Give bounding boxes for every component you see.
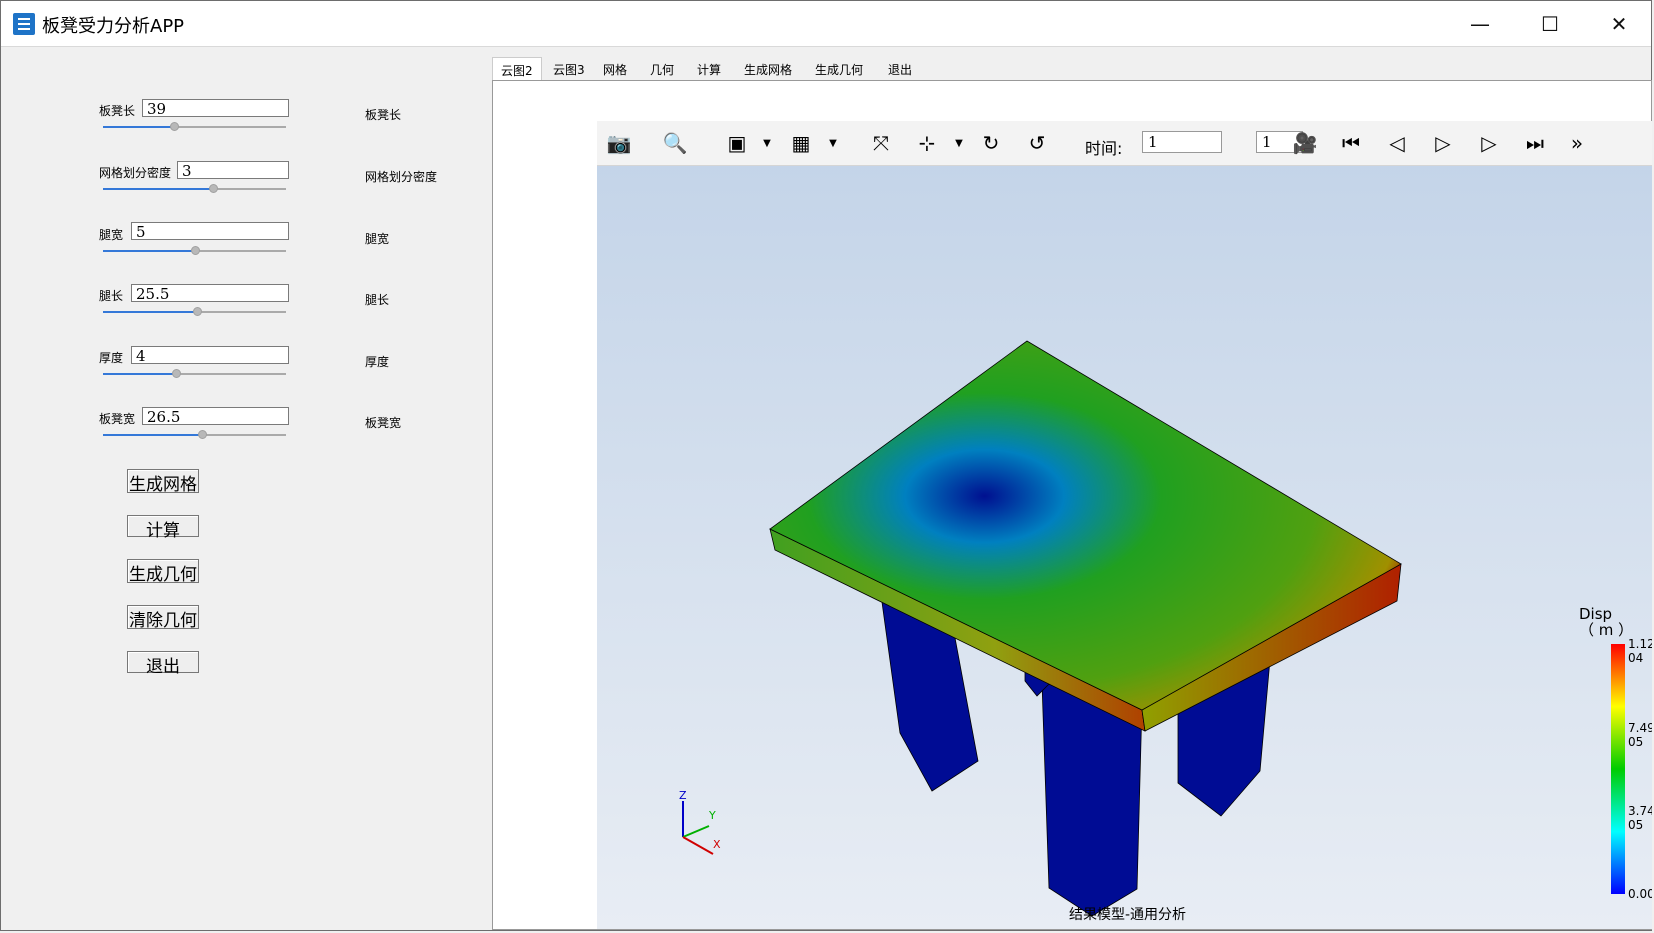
render-dropdown-icon[interactable]: ▼ bbox=[817, 130, 849, 156]
viewer-caption: 结果模型-通用分析 bbox=[1069, 907, 1187, 923]
input-leg-width[interactable]: 5 bbox=[131, 222, 289, 241]
slider-width[interactable] bbox=[103, 430, 286, 439]
label-leg-length: 腿长 bbox=[99, 289, 124, 303]
tab-generate-geometry[interactable]: 生成几何 bbox=[807, 57, 871, 81]
probe-icon[interactable]: 🔍 bbox=[659, 130, 691, 156]
axes-icon[interactable]: ⊹ bbox=[911, 130, 943, 156]
tab-cloud2[interactable]: 云图2 bbox=[492, 57, 542, 81]
compute-button[interactable]: 计算 bbox=[127, 515, 199, 541]
camera-icon[interactable]: 📷 bbox=[603, 130, 635, 156]
tab-generate-mesh[interactable]: 生成网格 bbox=[736, 57, 800, 81]
render-mode-icon[interactable]: ▦ bbox=[785, 130, 817, 156]
app-icon bbox=[13, 13, 35, 35]
input-thickness[interactable]: 4 bbox=[131, 346, 289, 365]
time-select[interactable]: 1 bbox=[1142, 131, 1222, 153]
legend-value-low: 3.746e-05 bbox=[1628, 804, 1652, 832]
close-button[interactable]: ✕ bbox=[1584, 1, 1654, 47]
input-mesh-density[interactable]: 3 bbox=[177, 161, 289, 180]
axis-triad: Z Y X bbox=[679, 789, 731, 861]
legend-title: Disp （ m ） bbox=[1579, 605, 1634, 639]
axes-dropdown-icon[interactable]: ▼ bbox=[943, 130, 975, 156]
seat-top bbox=[769, 340, 1402, 711]
tab-compute[interactable]: 计算 bbox=[689, 57, 729, 81]
label-leg-width: 腿宽 bbox=[99, 228, 124, 242]
legend-value-min: 0.000e+00 bbox=[1628, 887, 1652, 901]
viewer-toolbar: 📷 🔍 ▣ ▼ ▦ ▼ ⤧ ⊹ ▼ ↻ ↺ 时间: 1 1 🎥 ⏮ ◁ ▷ ▷ … bbox=[597, 121, 1652, 166]
visibility-icon[interactable]: ▣ bbox=[721, 130, 753, 156]
tab-exit[interactable]: 退出 bbox=[880, 57, 920, 81]
first-frame-icon[interactable]: ⏮ bbox=[1335, 130, 1367, 156]
legend-color-bar bbox=[1611, 644, 1625, 894]
right-label-leg-length: 腿长 bbox=[365, 293, 390, 307]
tab-geometry[interactable]: 几何 bbox=[642, 57, 682, 81]
slider-length[interactable] bbox=[103, 122, 286, 131]
legend-value-max: 1.124e-04 bbox=[1628, 637, 1652, 665]
slider-leg-length[interactable] bbox=[103, 307, 286, 316]
record-icon[interactable]: 🎥 bbox=[1289, 130, 1321, 156]
right-label-mesh-density: 网格划分密度 bbox=[365, 170, 438, 184]
clear-geometry-button[interactable]: 清除几何 bbox=[127, 605, 199, 631]
tab-mesh[interactable]: 网格 bbox=[595, 57, 635, 81]
right-label-length: 板凳长 bbox=[365, 108, 402, 122]
toolbar-overflow-icon[interactable]: » bbox=[1569, 130, 1585, 156]
slider-leg-width[interactable] bbox=[103, 246, 286, 255]
rotate-cw-icon[interactable]: ↻ bbox=[975, 130, 1007, 156]
scene-canvas[interactable]: Z Y X bbox=[597, 166, 1652, 929]
play-icon[interactable]: ▷ bbox=[1427, 130, 1459, 156]
label-length: 板凳长 bbox=[99, 104, 136, 118]
results-viewer[interactable]: Z Y X Disp（ m ） 1.124e-04 7.491e-05 3.74… bbox=[597, 121, 1652, 929]
tab-cloud3[interactable]: 云图3 bbox=[545, 57, 593, 81]
tab-content: Z Y X Disp（ m ） 1.124e-04 7.491e-05 3.74… bbox=[492, 80, 1652, 930]
right-label-width: 板凳宽 bbox=[365, 416, 402, 430]
title-bar: 板凳受力分析APP — ☐ ✕ bbox=[1, 1, 1651, 47]
input-width[interactable]: 26.5 bbox=[142, 407, 289, 426]
generate-geometry-button[interactable]: 生成几何 bbox=[127, 559, 199, 585]
minimize-button[interactable]: — bbox=[1445, 1, 1515, 47]
step-forward-icon[interactable]: ▷ bbox=[1473, 130, 1505, 156]
last-frame-icon[interactable]: ⏭ bbox=[1519, 130, 1551, 156]
exit-button[interactable]: 退出 bbox=[127, 651, 199, 677]
right-label-leg-width: 腿宽 bbox=[365, 232, 390, 246]
step-back-icon[interactable]: ◁ bbox=[1381, 130, 1413, 156]
visibility-dropdown-icon[interactable]: ▼ bbox=[751, 130, 783, 156]
stool-model bbox=[769, 340, 1402, 917]
app-window: 板凳受力分析APP — ☐ ✕ 板凳长 39 板凳长 网格划分密度 3 网格划分… bbox=[0, 0, 1652, 931]
label-width: 板凳宽 bbox=[99, 412, 136, 426]
slider-thickness[interactable] bbox=[103, 369, 286, 378]
maximize-button[interactable]: ☐ bbox=[1515, 1, 1585, 47]
label-thickness: 厚度 bbox=[99, 351, 124, 365]
input-leg-length[interactable]: 25.5 bbox=[131, 284, 289, 303]
fit-view-icon[interactable]: ⤧ bbox=[865, 130, 897, 156]
generate-mesh-button[interactable]: 生成网格 bbox=[127, 469, 199, 495]
parameter-panel: 板凳长 39 板凳长 网格划分密度 3 网格划分密度 腿宽 5 腿宽 腿长 25… bbox=[3, 48, 489, 930]
label-mesh-density: 网格划分密度 bbox=[99, 166, 172, 180]
right-label-thickness: 厚度 bbox=[365, 355, 390, 369]
time-label: 时间: bbox=[1085, 139, 1123, 158]
slider-mesh-density[interactable] bbox=[103, 184, 286, 193]
rotate-ccw-icon[interactable]: ↺ bbox=[1021, 130, 1053, 156]
legend-value-high: 7.491e-05 bbox=[1628, 721, 1652, 749]
input-length[interactable]: 39 bbox=[142, 99, 289, 118]
window-title: 板凳受力分析APP bbox=[42, 16, 185, 37]
